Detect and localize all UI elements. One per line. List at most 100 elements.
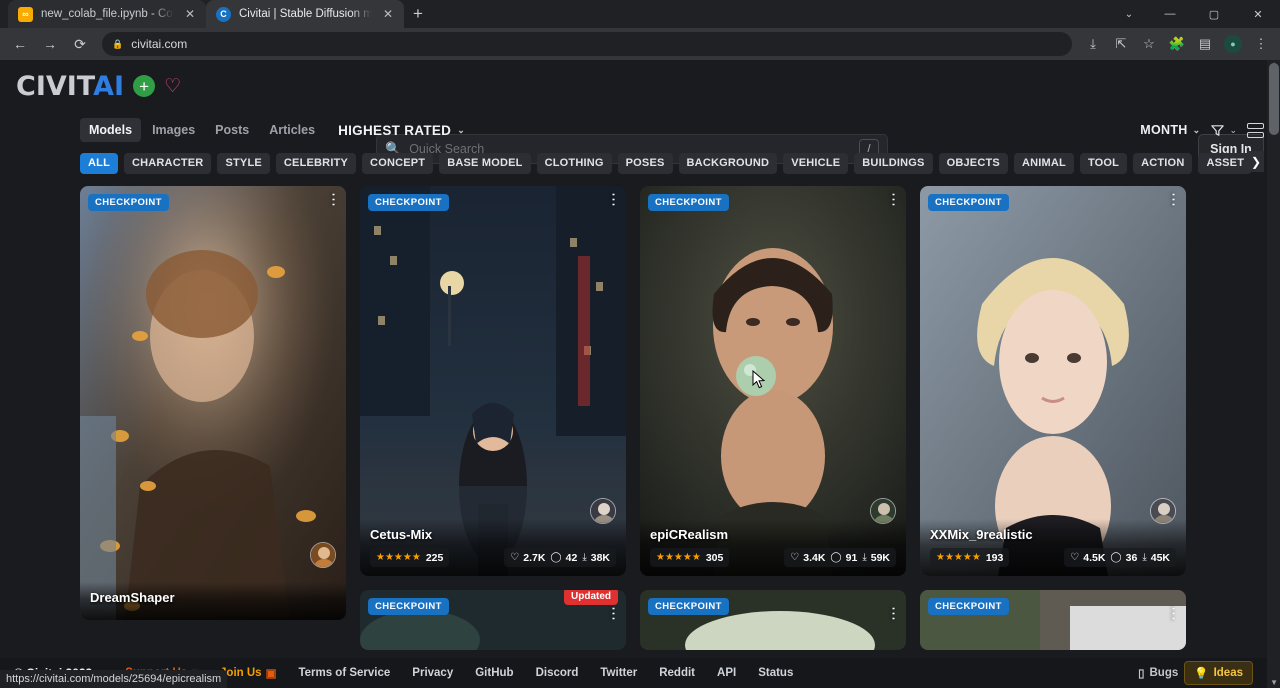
card-type-badge: CHECKPOINT (368, 598, 449, 615)
site-logo[interactable]: CIVITAI + ♡ (16, 71, 181, 102)
rating-count: 193 (986, 552, 1004, 564)
forward-icon[interactable]: → (36, 30, 64, 58)
browser-tab-colab[interactable]: ∞ new_colab_file.ipynb - Colaborat ✕ (8, 0, 206, 28)
download-icon: ⤓ (582, 552, 586, 563)
card-more-menu-icon[interactable]: ⋯ (1168, 606, 1179, 621)
rating-count: 305 (706, 552, 724, 564)
card-more-menu-icon[interactable]: ⋯ (888, 192, 899, 207)
footer-link-discord[interactable]: Discord (525, 667, 590, 679)
scroll-down-arrow[interactable]: ▼ (1270, 678, 1278, 687)
model-card-dreamshaper[interactable]: CHECKPOINT ⋯ DreamShaper (80, 186, 346, 620)
categories-next-arrow[interactable]: ❯ (1248, 151, 1264, 172)
tab-articles[interactable]: Articles (260, 118, 324, 142)
new-tab-button[interactable]: + (404, 0, 432, 28)
model-card-row2-3[interactable]: CHECKPOINT ⋯ (920, 590, 1186, 650)
extensions-puzzle-icon[interactable]: 🧩 (1164, 31, 1190, 57)
install-icon[interactable]: ⤓ (1080, 31, 1106, 57)
tab-models[interactable]: Models (80, 118, 141, 142)
model-card-row2-1[interactable]: CHECKPOINT Updated ⋯ (360, 590, 626, 650)
chip-all[interactable]: ALL (80, 153, 118, 174)
chip-buildings[interactable]: BUILDINGS (854, 153, 932, 174)
chip-style[interactable]: STYLE (217, 153, 269, 174)
card-more-menu-icon[interactable]: ⋯ (328, 192, 339, 207)
page-scrollbar[interactable]: ▲ ▼ (1267, 60, 1280, 688)
chip-poses[interactable]: POSES (618, 153, 673, 174)
download-count: 45K (1151, 552, 1170, 564)
side-panel-icon[interactable]: ▤ (1192, 31, 1218, 57)
tab-posts[interactable]: Posts (206, 118, 258, 142)
chip-animal[interactable]: ANIMAL (1014, 153, 1074, 174)
chip-clothing[interactable]: CLOTHING (537, 153, 612, 174)
download-count: 38K (591, 552, 610, 564)
chip-asset[interactable]: ASSET (1198, 153, 1252, 174)
address-bar[interactable]: 🔒 civitai.com (102, 32, 1072, 56)
card-title: XXMix_9realistic (930, 527, 1176, 542)
browser-window: ∞ new_colab_file.ipynb - Colaborat ✕ C C… (0, 0, 1280, 688)
minimize-icon[interactable]: — (1148, 0, 1192, 28)
card-type-badge: CHECKPOINT (368, 194, 449, 211)
tab-images[interactable]: Images (143, 118, 204, 142)
card-more-menu-icon[interactable]: ⋯ (608, 606, 619, 621)
chip-base-model[interactable]: BASE MODEL (439, 153, 530, 174)
bookmark-star-icon[interactable]: ☆ (1136, 31, 1162, 57)
tab-title: new_colab_file.ipynb - Colaborat (41, 8, 174, 20)
chip-objects[interactable]: OBJECTS (939, 153, 1008, 174)
chip-action[interactable]: ACTION (1133, 153, 1192, 174)
chevron-down-icon[interactable]: ⌄ (1110, 0, 1148, 28)
profile-avatar[interactable]: ● (1220, 31, 1246, 57)
card-stats: ★★★★★ 193 ♡4.5K ◯36 ⤓45K (930, 548, 1176, 567)
card-creator-avatar[interactable] (310, 542, 336, 568)
more-menu-icon[interactable]: ⋮ (1248, 31, 1274, 57)
chip-vehicle[interactable]: VEHICLE (783, 153, 848, 174)
back-icon[interactable]: ← (6, 30, 34, 58)
chip-celebrity[interactable]: CELEBRITY (276, 153, 356, 174)
period-dropdown[interactable]: MONTH ⌄ (1140, 123, 1200, 137)
model-card-cetus-mix[interactable]: CHECKPOINT ⋯ Cetus-Mix ★★★★★ 225 (360, 186, 626, 576)
ideas-button[interactable]: 💡 Ideas (1184, 661, 1253, 685)
footer-link-terms-of-service[interactable]: Terms of Service (287, 667, 401, 679)
card-more-menu-icon[interactable]: ⋯ (608, 192, 619, 207)
sort-dropdown[interactable]: HIGHEST RATED ⌄ (338, 123, 465, 138)
reload-icon[interactable]: ⟳ (66, 30, 94, 58)
heart-icon: ♡ (510, 552, 519, 563)
lightbulb-icon: 💡 (1194, 666, 1208, 680)
browser-tab-civitai[interactable]: C Civitai | Stable Diffusion models, ✕ (206, 0, 404, 28)
lock-icon: 🔒 (112, 39, 123, 50)
period-value: MONTH (1140, 123, 1187, 137)
chip-tool[interactable]: TOOL (1080, 153, 1127, 174)
grid-column-1: CHECKPOINT ⋯ DreamShaper (80, 186, 346, 650)
create-plus-icon[interactable]: + (133, 75, 155, 97)
bugs-label: Bugs (1150, 667, 1179, 679)
footer-link-reddit[interactable]: Reddit (648, 667, 706, 679)
model-card-xxmix-9realistic[interactable]: CHECKPOINT ⋯ XXMix_9realistic ★★★★★ 193 (920, 186, 1186, 576)
filter-button[interactable]: ⌄ (1210, 123, 1237, 138)
model-card-row2-2[interactable]: CHECKPOINT ⋯ (640, 590, 906, 650)
card-more-menu-icon[interactable]: ⋯ (888, 606, 899, 621)
footer-link-privacy[interactable]: Privacy (401, 667, 464, 679)
card-rating: ★★★★★ 193 (930, 548, 1009, 567)
ideas-label: Ideas (1214, 667, 1243, 679)
footer-link-twitter[interactable]: Twitter (589, 667, 648, 679)
heart-icon[interactable]: ♡ (164, 77, 181, 96)
footer-link-github[interactable]: GitHub (464, 667, 524, 679)
scrollbar-thumb[interactable] (1269, 63, 1279, 135)
footer-link-status[interactable]: Status (747, 667, 804, 679)
view-layout-toggle[interactable] (1247, 123, 1264, 138)
close-icon[interactable]: ✕ (380, 6, 396, 22)
comment-count: 91 (846, 552, 858, 564)
bugs-button[interactable]: ▯ Bugs (1138, 666, 1178, 680)
chip-background[interactable]: BACKGROUND (679, 153, 778, 174)
card-more-menu-icon[interactable]: ⋯ (1168, 192, 1179, 207)
chip-concept[interactable]: CONCEPT (362, 153, 433, 174)
star-rating-icons: ★★★★★ (376, 553, 421, 563)
card-thumbnail (920, 186, 1186, 576)
chip-character[interactable]: CHARACTER (124, 153, 211, 174)
maximize-icon[interactable]: ▢ (1192, 0, 1236, 28)
model-card-epicrealism[interactable]: CHECKPOINT ⋯ epiCRealism ★★★★★ 305 (640, 186, 906, 576)
share-icon[interactable]: ⇱ (1108, 31, 1134, 57)
card-footer: DreamShaper (80, 582, 346, 620)
window-close-icon[interactable]: ✕ (1236, 0, 1280, 28)
footer-link-api[interactable]: API (706, 667, 747, 679)
close-icon[interactable]: ✕ (182, 6, 198, 22)
like-count: 2.7K (523, 552, 545, 564)
